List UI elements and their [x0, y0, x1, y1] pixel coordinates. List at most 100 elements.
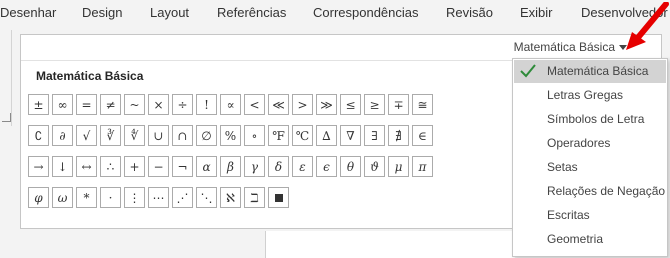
- menu-item[interactable]: Letras Gregas: [514, 84, 666, 107]
- tab-desenhar[interactable]: Desenhar: [0, 5, 56, 20]
- symbol-button[interactable]: α: [196, 156, 217, 177]
- menu-item[interactable]: Símbolos de Letra: [514, 108, 666, 131]
- menu-item[interactable]: Matemática Básica: [514, 60, 666, 83]
- category-dropdown[interactable]: Matemática Básica: [514, 40, 627, 54]
- symbol-button[interactable]: %: [220, 125, 241, 146]
- symbol-button[interactable]: >: [292, 94, 313, 115]
- category-dropdown-label: Matemática Básica: [513, 40, 615, 54]
- symbol-button[interactable]: *: [76, 187, 97, 208]
- tab-referencias[interactable]: Referências: [217, 5, 286, 20]
- dialog-launcher-icon[interactable]: [2, 113, 11, 122]
- symbol-button[interactable]: ∂: [52, 125, 73, 146]
- symbol-button[interactable]: μ: [388, 156, 409, 177]
- symbol-button[interactable]: ±: [28, 94, 49, 115]
- symbol-button[interactable]: ∁: [28, 125, 49, 146]
- symbol-glyph: ≅: [417, 97, 428, 112]
- symbol-button[interactable]: ∘: [244, 125, 265, 146]
- symbol-button[interactable]: ⋯: [148, 187, 169, 208]
- symbol-button[interactable]: −: [148, 156, 169, 177]
- symbol-button[interactable]: ·: [100, 187, 121, 208]
- symbol-button[interactable]: ∇: [340, 125, 361, 146]
- symbol-button[interactable]: ÷: [172, 94, 193, 115]
- tab-revisao[interactable]: Revisão: [446, 5, 493, 20]
- symbol-button[interactable]: ω: [52, 187, 73, 208]
- symbol-button[interactable]: ϑ: [364, 156, 385, 177]
- symbol-button[interactable]: δ: [268, 156, 289, 177]
- symbol-button[interactable]: √: [76, 125, 97, 146]
- symbol-button[interactable]: <: [244, 94, 265, 115]
- symbol-button[interactable]: ∄: [388, 125, 409, 146]
- symbol-button[interactable]: ⋮: [124, 187, 145, 208]
- symbol-button[interactable]: ℃: [292, 125, 313, 146]
- symbol-button[interactable]: ↔: [76, 156, 97, 177]
- symbol-button[interactable]: ∪: [148, 125, 169, 146]
- tab-design[interactable]: Design: [82, 5, 122, 20]
- menu-item[interactable]: Setas: [514, 156, 666, 179]
- symbol-button[interactable]: θ: [340, 156, 361, 177]
- symbol-button[interactable]: ∅: [196, 125, 217, 146]
- symbol-button[interactable]: ≅: [412, 94, 433, 115]
- symbol-glyph: ∛: [106, 128, 115, 143]
- symbol-button[interactable]: ≤: [340, 94, 361, 115]
- symbol-button[interactable]: φ: [28, 187, 49, 208]
- symbol-button[interactable]: ∩: [172, 125, 193, 146]
- symbol-button[interactable]: ⋱: [196, 187, 217, 208]
- symbol-button[interactable]: ≥: [364, 94, 385, 115]
- symbol-button[interactable]: ×: [148, 94, 169, 115]
- symbol-button[interactable]: ϵ: [316, 156, 337, 177]
- symbol-glyph: μ: [394, 159, 403, 174]
- symbol-glyph: ∁: [34, 128, 43, 143]
- symbol-button[interactable]: ℉: [268, 125, 289, 146]
- symbol-glyph: ÷: [177, 97, 188, 112]
- symbol-button[interactable]: ∝: [220, 94, 241, 115]
- tab-layout[interactable]: Layout: [150, 5, 189, 20]
- tab-correspondencias[interactable]: Correspondências: [313, 5, 419, 20]
- menu-item-label: Matemática Básica: [547, 64, 649, 78]
- symbol-button[interactable]: →: [28, 156, 49, 177]
- symbol-glyph: −: [153, 159, 164, 174]
- symbol-button[interactable]: ↓: [52, 156, 73, 177]
- symbol-glyph: ϵ: [323, 159, 330, 174]
- category-menu: Matemática Básica Letras Gregas Símbolos d…: [512, 58, 668, 257]
- menu-item[interactable]: Operadores: [514, 132, 666, 155]
- symbol-button[interactable]: π: [412, 156, 433, 177]
- symbol-button[interactable]: ∈: [412, 125, 433, 146]
- symbol-button[interactable]: β: [220, 156, 241, 177]
- symbol-button[interactable]: +: [124, 156, 145, 177]
- symbol-button[interactable]: ∴: [100, 156, 121, 177]
- symbol-button[interactable]: ℵ: [220, 187, 241, 208]
- symbol-button[interactable]: γ: [244, 156, 265, 177]
- menu-item[interactable]: Geometria: [514, 228, 666, 251]
- symbol-button[interactable]: ~: [124, 94, 145, 115]
- symbol-button[interactable]: ∃: [364, 125, 385, 146]
- symbol-glyph: ≥: [369, 97, 380, 112]
- symbol-button[interactable]: ∞: [52, 94, 73, 115]
- symbol-button[interactable]: =: [76, 94, 97, 115]
- menu-item-label: Relações de Negação: [547, 184, 666, 198]
- symbol-button[interactable]: ∜: [124, 125, 145, 146]
- symbol-button[interactable]: ∛: [100, 125, 121, 146]
- symbol-button[interactable]: ≫: [316, 94, 337, 115]
- symbol-button[interactable]: [268, 187, 289, 208]
- symbol-button[interactable]: ∆: [316, 125, 337, 146]
- symbol-glyph: ≪: [272, 97, 285, 112]
- tab-desenvolvedor[interactable]: Desenvolvedor: [581, 5, 668, 20]
- symbol-button[interactable]: ∓: [388, 94, 409, 115]
- tab-exibir[interactable]: Exibir: [520, 5, 553, 20]
- symbol-button[interactable]: ℶ: [244, 187, 265, 208]
- symbol-button[interactable]: ¬: [172, 156, 193, 177]
- symbol-button[interactable]: ε: [292, 156, 313, 177]
- symbol-button[interactable]: ≠: [100, 94, 121, 115]
- menu-item[interactable]: Relações de Negação: [514, 180, 666, 203]
- black-square-icon: [274, 193, 283, 202]
- menu-item[interactable]: Escritas: [514, 204, 666, 227]
- symbol-glyph: θ: [346, 159, 355, 174]
- symbol-glyph: ⋱: [200, 190, 213, 205]
- symbol-button[interactable]: ≪: [268, 94, 289, 115]
- symbol-button[interactable]: !: [196, 94, 217, 115]
- symbol-glyph: ℉: [272, 128, 285, 143]
- symbol-glyph: ≫: [320, 97, 333, 112]
- symbol-button[interactable]: ⋰: [172, 187, 193, 208]
- symbol-glyph: ∘: [251, 128, 258, 143]
- symbol-glyph: %: [224, 128, 237, 143]
